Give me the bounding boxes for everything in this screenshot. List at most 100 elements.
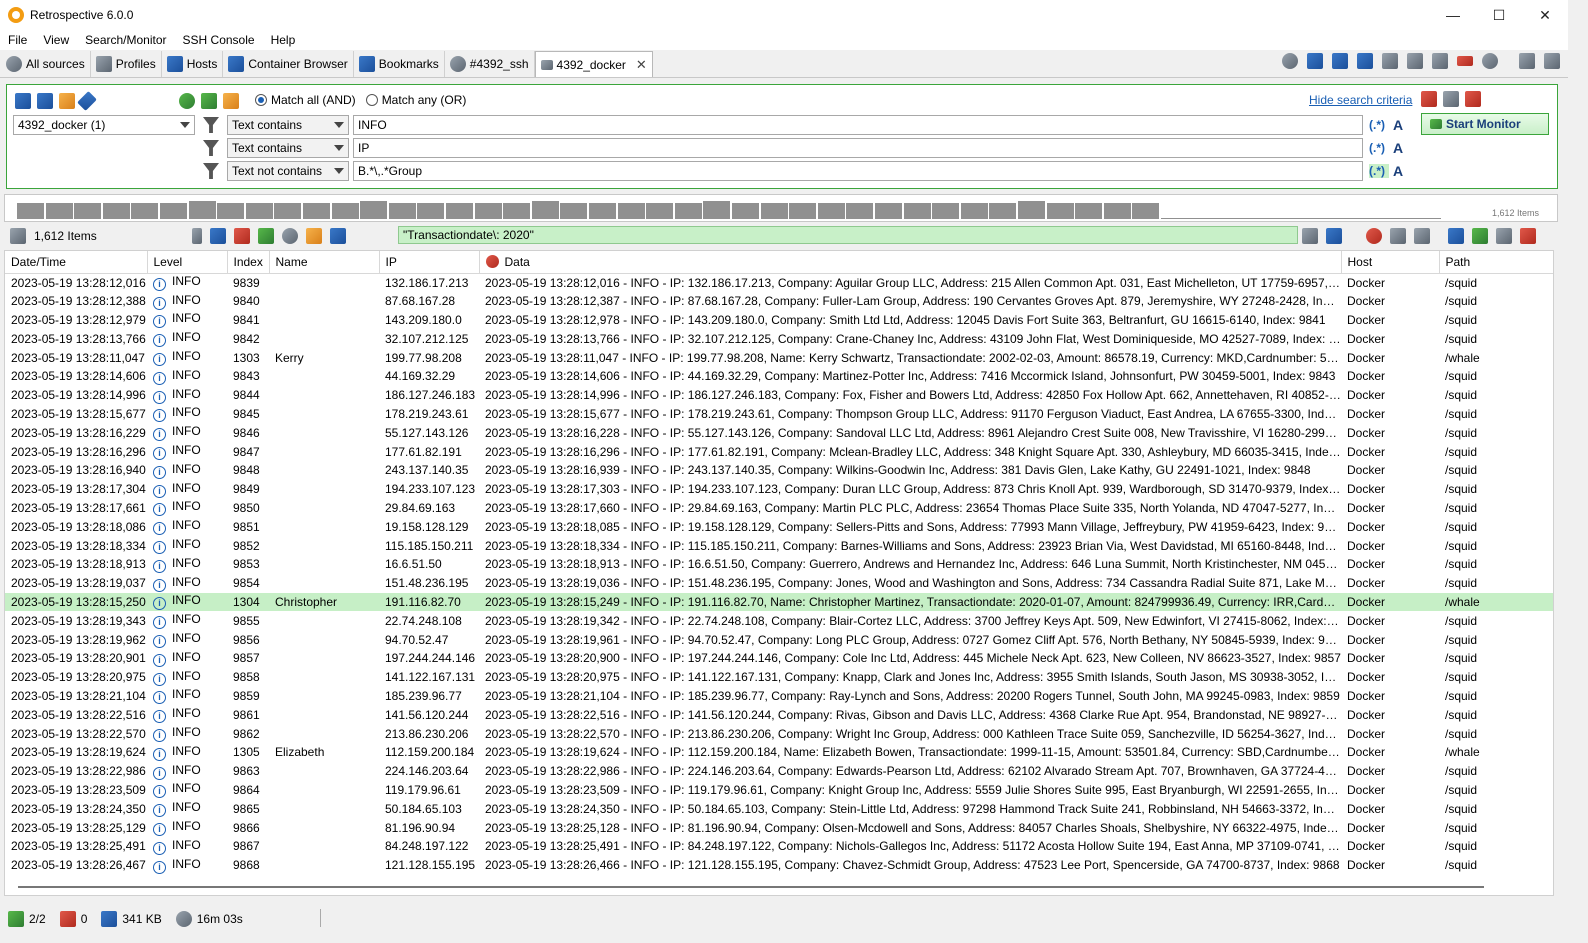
close-icon[interactable]: ✕	[636, 57, 647, 73]
case-sensitive-icon[interactable]: A	[1393, 140, 1403, 156]
horizontal-scrollbar[interactable]	[18, 886, 1484, 888]
table-row[interactable]: 2023-05-19 13:28:25,491 i INFO 9867 84.248.1…	[5, 837, 1553, 856]
source-containers-icon[interactable]	[37, 93, 53, 109]
table-row[interactable]: 2023-05-19 13:28:13,766 i INFO 9842 32.107.2…	[5, 329, 1553, 348]
settings-icon[interactable]	[1496, 228, 1512, 244]
table-row[interactable]: 2023-05-19 13:28:25,129 i INFO 9866 81.196.9…	[5, 818, 1553, 837]
menu-view[interactable]: View	[35, 33, 77, 47]
source-select[interactable]: 4392_docker (1)	[13, 115, 195, 135]
table-row[interactable]: 2023-05-19 13:28:20,975 i INFO 9858 141.122.…	[5, 668, 1553, 687]
tab-4392-docker[interactable]: 4392_docker ✕	[534, 51, 653, 77]
filter-type-select[interactable]: Text not contains	[227, 161, 349, 181]
filter-options-icon[interactable]	[1302, 228, 1318, 244]
table-row[interactable]: 2023-05-19 13:28:14,996 i INFO 9844 186.127.…	[5, 386, 1553, 405]
tools-icon[interactable]	[1443, 91, 1459, 107]
table-row[interactable]: 2023-05-19 13:28:17,304 i INFO 9849 194.233.…	[5, 480, 1553, 499]
column-header-host[interactable]: Host	[1341, 251, 1440, 274]
menu-file[interactable]: File	[0, 33, 35, 47]
table-row[interactable]: 2023-05-19 13:28:18,086 i INFO 9851 19.158.1…	[5, 517, 1553, 536]
tab-hosts[interactable]: Hosts	[162, 51, 224, 77]
clock-icon[interactable]	[1482, 53, 1498, 69]
column-header-index[interactable]: Index	[227, 251, 270, 274]
column-header-level[interactable]: Level	[147, 251, 228, 274]
layout-icon[interactable]	[1519, 53, 1535, 69]
case-sensitive-icon[interactable]: A	[1393, 117, 1403, 133]
menu-search-monitor[interactable]: Search/Monitor	[77, 33, 174, 47]
source-hosts-icon[interactable]	[15, 93, 31, 109]
filter-value-input[interactable]: IP	[353, 138, 1363, 158]
arrow-down-icon[interactable]	[1390, 228, 1406, 244]
regex-icon[interactable]: (.*)	[1369, 141, 1389, 155]
table-row[interactable]: 2023-05-19 13:28:11,047 i INFO 1303 Kerry 199…	[5, 348, 1553, 367]
maximize-button[interactable]: ☐	[1476, 0, 1522, 30]
filter-value-input[interactable]: INFO	[353, 115, 1363, 135]
table-row[interactable]: 2023-05-19 13:28:22,570 i INFO 9862 213.86.2…	[5, 724, 1553, 743]
tab-container-browser[interactable]: Container Browser	[223, 51, 354, 77]
menu-ssh-console[interactable]: SSH Console	[175, 33, 263, 47]
warning-icon[interactable]	[306, 228, 322, 244]
remove-criteria-icon[interactable]	[1465, 91, 1481, 107]
table-row[interactable]: 2023-05-19 13:28:16,940 i INFO 9848 243.137.…	[5, 461, 1553, 480]
hide-search-criteria-link[interactable]: Hide search criteria	[1309, 93, 1412, 107]
funnel-icon[interactable]	[203, 140, 219, 156]
table-row[interactable]: 2023-05-19 13:28:18,913 i INFO 9853 16.6.51.…	[5, 555, 1553, 574]
clear-filter-icon[interactable]	[234, 228, 250, 244]
wrap-text-icon[interactable]	[210, 228, 226, 244]
table-row[interactable]: 2023-05-19 13:28:19,962 i INFO 9856 94.70.52…	[5, 630, 1553, 649]
table-row[interactable]: 2023-05-19 13:28:24,350 i INFO 9865 50.184.6…	[5, 799, 1553, 818]
table-row[interactable]: 2023-05-19 13:28:16,229 i INFO 9846 55.127.1…	[5, 423, 1553, 442]
eraser-icon[interactable]	[10, 228, 26, 244]
menu-help[interactable]: Help	[263, 33, 304, 47]
case-sensitive-icon[interactable]: A	[1393, 163, 1403, 179]
table-row[interactable]: 2023-05-19 13:28:19,343 i INFO 9855 22.74.24…	[5, 611, 1553, 630]
table-row[interactable]: 2023-05-19 13:28:19,037 i INFO 9854 151.48.2…	[5, 574, 1553, 593]
table-row[interactable]: 2023-05-19 13:28:16,296 i INFO 9847 177.61.8…	[5, 442, 1553, 461]
table-row[interactable]: 2023-05-19 13:28:14,606 i INFO 9843 44.169.3…	[5, 367, 1553, 386]
highlight-icon[interactable]	[258, 228, 274, 244]
pause-icon[interactable]	[192, 228, 202, 244]
bookmark-add-icon[interactable]	[1307, 53, 1323, 69]
funnel-icon[interactable]	[203, 163, 219, 179]
highlight-color-icon[interactable]	[1520, 228, 1536, 244]
window-icon[interactable]	[1544, 53, 1560, 69]
table-row[interactable]: 2023-05-19 13:28:22,986 i INFO 9863 224.146.…	[5, 762, 1553, 781]
table-row[interactable]: 2023-05-19 13:28:26,467 i INFO 9868 121.128.…	[5, 856, 1553, 875]
table-row[interactable]: 2023-05-19 13:28:17,661 i INFO 9850 29.84.69…	[5, 499, 1553, 518]
clock-icon[interactable]	[282, 228, 298, 244]
tab-profiles[interactable]: Profiles	[91, 51, 162, 77]
table-row[interactable]: 2023-05-19 13:28:20,901 i INFO 9857 197.244.…	[5, 649, 1553, 668]
filter-value-input[interactable]: B.*\,.*Group	[353, 161, 1363, 181]
container-add-icon[interactable]	[1332, 53, 1348, 69]
arrow-up-icon[interactable]	[1414, 228, 1430, 244]
clear-criteria-icon[interactable]	[1421, 91, 1437, 107]
table-row[interactable]: 2023-05-19 13:28:15,250 i INFO 1304 Christop…	[5, 592, 1553, 612]
regex-icon[interactable]: (.*)	[1369, 118, 1389, 132]
column-header-path[interactable]: Path	[1439, 251, 1553, 274]
host-icon[interactable]	[1382, 53, 1398, 69]
table-row[interactable]: 2023-05-19 13:28:19,624 i INFO 1305 Elizabet…	[5, 743, 1553, 762]
grid-icon[interactable]	[330, 228, 346, 244]
help-icon[interactable]	[179, 93, 195, 109]
match-any-radio[interactable]: Match any (OR)	[365, 93, 466, 107]
source-tree-icon[interactable]	[59, 93, 75, 109]
pencil-icon[interactable]	[77, 91, 97, 111]
column-header-ip[interactable]: IP	[379, 251, 480, 274]
clear-search-icon[interactable]	[1366, 228, 1382, 244]
column-header-datetime[interactable]: Date/Time	[5, 251, 148, 274]
column-header-data[interactable]: Data	[479, 251, 1342, 274]
tab-4392-ssh[interactable]: #4392_ssh	[445, 51, 535, 77]
table-row[interactable]: 2023-05-19 13:28:18,334 i INFO 9852 115.185.…	[5, 536, 1553, 555]
table-row[interactable]: 2023-05-19 13:28:12,979 i INFO 9841 143.209.…	[5, 311, 1553, 330]
activity-icon[interactable]	[1457, 56, 1473, 66]
regex-icon[interactable]: (.*)	[1369, 164, 1389, 178]
edit-icon[interactable]	[1407, 53, 1423, 69]
filter-type-select[interactable]: Text contains	[227, 115, 349, 135]
add-filter-icon[interactable]	[201, 93, 217, 109]
filter-type-select[interactable]: Text contains	[227, 138, 349, 158]
close-window-button[interactable]: ✕	[1522, 0, 1568, 30]
save-icon[interactable]	[1472, 228, 1488, 244]
column-header-name[interactable]: Name	[269, 251, 380, 274]
edit-filter-icon[interactable]	[223, 93, 239, 109]
funnel-icon[interactable]	[203, 117, 219, 133]
table-row[interactable]: 2023-05-19 13:28:12,016 i INFO 9839 132.186.…	[5, 273, 1553, 292]
